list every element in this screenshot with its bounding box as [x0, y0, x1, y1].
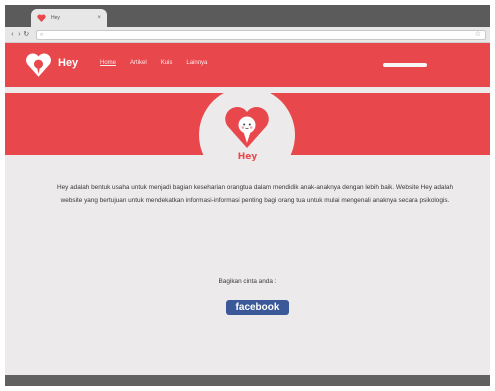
- brand-name[interactable]: Hey: [58, 57, 78, 69]
- nav-item-home[interactable]: Home: [100, 60, 116, 66]
- tab-bar: Hey ×: [5, 5, 490, 27]
- reload-icon[interactable]: ↻: [23, 31, 30, 38]
- back-icon[interactable]: ‹: [9, 31, 16, 38]
- browser-tab[interactable]: Hey ×: [31, 9, 107, 27]
- heart-character-icon: [225, 106, 269, 148]
- heart-logo-icon[interactable]: [25, 52, 52, 78]
- main-nav: Home Artikel Kuis Lainnya: [100, 60, 221, 66]
- hero-brand-text: Hey: [237, 152, 258, 162]
- tab-title: Hey: [51, 15, 60, 21]
- hero-section: Hey: [5, 87, 490, 183]
- address-bar: ‹ › ↻ ○ ☆: [5, 27, 490, 43]
- browser-window: Hey × ‹ › ↻ ○ ☆ Hey Home Artikel Kuis La…: [5, 5, 490, 386]
- share-label: Bagikan cinta anda :: [218, 278, 277, 285]
- close-icon[interactable]: ×: [97, 15, 101, 21]
- heart-favicon-icon: [37, 14, 46, 22]
- site-header: Hey Home Artikel Kuis Lainnya: [5, 43, 490, 87]
- search-icon: ○: [39, 31, 44, 38]
- nav-item-kuis[interactable]: Kuis: [161, 60, 173, 66]
- search-input[interactable]: [383, 63, 427, 67]
- facebook-share-button[interactable]: facebook: [226, 300, 289, 315]
- bookmark-icon[interactable]: ☆: [475, 31, 481, 38]
- url-input[interactable]: ○ ☆: [35, 29, 486, 40]
- nav-item-lainnya[interactable]: Lainnya: [186, 60, 207, 66]
- forward-icon[interactable]: ›: [16, 31, 23, 38]
- nav-item-artikel[interactable]: Artikel: [130, 60, 147, 66]
- bottom-bar: [5, 375, 490, 386]
- about-description: Hey adalah bentuk usaha untuk menjadi ba…: [56, 184, 453, 204]
